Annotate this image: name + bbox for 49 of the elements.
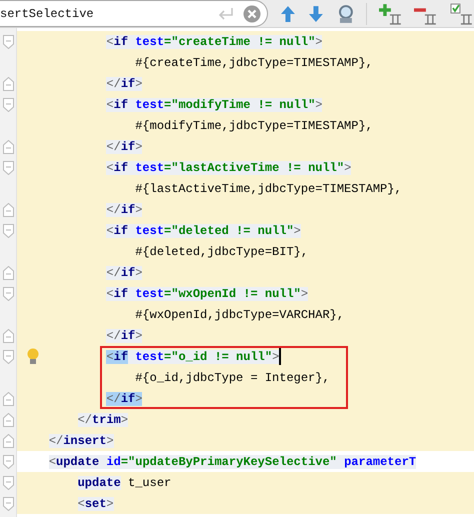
fold-marker-icon[interactable] xyxy=(2,350,14,364)
code-line: update t_user xyxy=(78,476,172,490)
select-all-occurrences-icon[interactable] xyxy=(450,2,474,24)
code-line: #{createTime,jdbcType=TIMESTAMP}, xyxy=(135,56,373,70)
fold-marker-icon[interactable] xyxy=(2,496,14,510)
code-line: #{wxOpenId,jdbcType=VARCHAR}, xyxy=(135,308,344,322)
fold-marker-icon[interactable] xyxy=(2,476,14,490)
fold-marker-icon[interactable] xyxy=(2,160,14,174)
fold-marker-icon[interactable] xyxy=(2,76,14,90)
code-line: </if> xyxy=(106,202,142,216)
search-text: sertSelective xyxy=(0,6,95,20)
code-line: #{o_id,jdbcType = Integer}, xyxy=(135,370,330,384)
code-line: <set> xyxy=(78,496,114,510)
code-line: <if test="modifyTime != null"> xyxy=(106,98,322,112)
fold-marker-icon[interactable] xyxy=(2,140,14,154)
previous-occurrence-icon[interactable] xyxy=(280,4,296,22)
fold-marker-icon[interactable] xyxy=(2,266,14,280)
code-line: #{deleted,jdbcType=BIT}, xyxy=(135,244,308,258)
lightbulb-icon[interactable] xyxy=(27,348,39,365)
next-occurrence-icon[interactable] xyxy=(308,4,324,22)
add-occurrence-icon[interactable] xyxy=(378,2,402,24)
fold-marker-icon[interactable] xyxy=(2,434,14,448)
fold-marker-icon[interactable] xyxy=(2,412,14,426)
enter-icon[interactable] xyxy=(216,6,235,20)
fold-marker-icon[interactable] xyxy=(2,98,14,112)
code-line: <if test="lastActiveTime != null"> xyxy=(106,160,352,174)
code-line: <if test="wxOpenId != null"> xyxy=(106,286,308,300)
fold-marker-icon[interactable] xyxy=(2,328,14,342)
fold-marker-icon[interactable] xyxy=(2,224,14,238)
code-line: <update id="updateByPrimaryKeySelective" parameterT xyxy=(48,454,416,468)
code-line: #{lastActiveTime,jdbcType=TIMESTAMP}, xyxy=(135,182,402,196)
code-line: <if test="deleted != null"> xyxy=(106,224,301,238)
search-field[interactable]: sertSelective xyxy=(0,0,268,27)
fold-marker-icon[interactable] xyxy=(2,202,14,216)
code-line: </trim> xyxy=(78,412,128,426)
clear-icon[interactable] xyxy=(242,4,261,22)
code-line: </if> xyxy=(106,140,142,154)
code-line: <if test="o_id != null"> xyxy=(106,350,280,364)
fold-marker-icon[interactable] xyxy=(2,454,14,468)
code-line: </if> xyxy=(106,76,142,90)
fold-marker-icon[interactable] xyxy=(2,392,14,406)
code-line: </insert> xyxy=(48,434,114,448)
fold-marker-icon[interactable] xyxy=(2,34,14,48)
code-line: <if test="createTime != null"> xyxy=(106,34,322,48)
code-line: </if> xyxy=(106,392,142,406)
fold-marker-icon[interactable] xyxy=(2,286,14,300)
code-line: </if> xyxy=(106,328,142,342)
code-line: </if> xyxy=(106,266,142,280)
code-line: #{modifyTime,jdbcType=TIMESTAMP}, xyxy=(135,118,373,132)
